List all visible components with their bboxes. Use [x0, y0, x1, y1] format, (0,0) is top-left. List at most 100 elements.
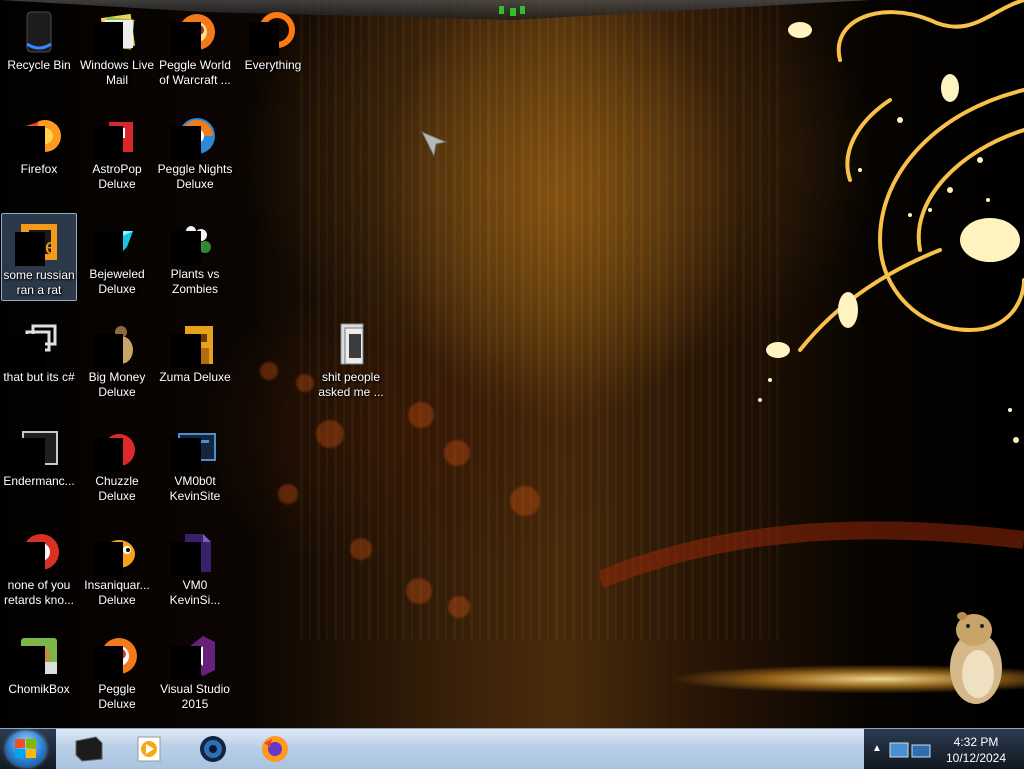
desktop-icon-label: shit people asked me ... [318, 370, 384, 399]
plants-vs-zombies-icon [171, 217, 219, 265]
peggle-icon [93, 632, 141, 680]
desktop-icon-chomikbox[interactable]: ChomikBox [1, 628, 77, 716]
taskbar-pinned-terminal[interactable] [62, 732, 114, 766]
wallpaper-bokeh [296, 374, 314, 392]
desktop-icon-label: Chuzzle Deluxe [95, 474, 139, 503]
redacted-mask [15, 334, 45, 368]
desktop-icon-endermanc[interactable]: Endermanc... [1, 420, 77, 508]
clock-time: 4:32 PM [953, 735, 999, 749]
desktop-icon-chuzzle-deluxe[interactable]: Chuzzle Deluxe [79, 420, 155, 508]
wallpaper-bokeh [350, 538, 372, 560]
desktop-icon-astropop-deluxe[interactable]: AstroPop Deluxe [79, 108, 155, 196]
desktop-icon-label: Windows Live Mail [79, 58, 155, 87]
desktop-icon-big-money-deluxe[interactable]: Big Money Deluxe [79, 316, 155, 404]
redacted-mask [171, 126, 201, 160]
desktop-icon-insaniquarium-deluxe[interactable]: Insaniquar... Deluxe [79, 524, 155, 612]
desktop-icon-label: Plants vs Zombies [170, 267, 220, 296]
vm-icon [171, 424, 219, 472]
desktop-icon-bejeweled-deluxe[interactable]: Bejeweled Deluxe [79, 213, 155, 301]
insaniquarium-icon [93, 528, 141, 576]
desktop-icon-label: Recycle Bin [7, 58, 71, 72]
desktop-icon-label: Visual Studio 2015 [160, 682, 230, 711]
firefox-icon [15, 112, 63, 160]
taskbar: ▲ 4:32 PM 10/12/2024 [0, 728, 1024, 769]
redacted-mask [15, 126, 45, 160]
windows-logo-icon [15, 739, 36, 758]
chuzzle-icon [93, 424, 141, 472]
wallpaper-gold-swirls [758, 0, 1024, 443]
wallpaper-bokeh [260, 362, 278, 380]
desktop-icon-that-but-its-csharp[interactable]: that but its c# [1, 316, 77, 404]
network-icon[interactable] [888, 739, 934, 761]
terminal-icon [15, 424, 63, 472]
desktop-icon-windows-live-mail[interactable]: Windows Live Mail [79, 4, 155, 92]
desktop-icon-label: that but its c# [3, 370, 75, 384]
wallpaper-green-lights [499, 6, 525, 16]
redacted-mask [15, 438, 45, 472]
desktop-icon-peggle-nights-deluxe[interactable]: Peggle Nights Deluxe [157, 108, 233, 196]
redacted-mask [171, 438, 201, 472]
desktop-icon-recycle-bin[interactable]: Recycle Bin [1, 4, 77, 92]
desktop-icon-visual-studio-2015[interactable]: Visual Studio 2015 [157, 628, 233, 716]
wallpaper-red-swoosh [600, 521, 1024, 589]
visual-studio-icon [171, 632, 219, 680]
desktop-icon-label: Zuma Deluxe [159, 370, 231, 384]
wallpaper-bokeh [316, 420, 344, 448]
desktop-icon-peggle-world-of-warcraft[interactable]: Peggle World of Warcraft ... [157, 4, 233, 92]
desktop-icon-label: Endermanc... [3, 474, 75, 488]
mouse-cursor-icon [420, 131, 448, 158]
desktop-icon-label: none of you retards kno... [3, 578, 75, 607]
show-hidden-arrow-icon[interactable]: ▲ [872, 743, 882, 754]
clock-date: 10/12/2024 [945, 751, 1007, 765]
redacted-mask [93, 646, 123, 680]
astropop-icon [93, 112, 141, 160]
chomikbox-icon [15, 632, 63, 680]
redacted-mask [171, 542, 201, 576]
desktop-icon-label: VM0b0t KevinSite [169, 474, 221, 503]
globe-app-icon [200, 736, 226, 762]
desktop-icon-vm0b0t-kevinsite[interactable]: VM0b0t KevinSite [157, 420, 233, 508]
desktop-icon-label: Big Money Deluxe [88, 370, 146, 399]
app-icon: e [15, 218, 63, 266]
wallpaper-bokeh [406, 578, 432, 604]
peggle-wow-icon [171, 8, 219, 56]
desktop-icon-label: some russian ran a rat [3, 268, 75, 297]
desktop-icon-plants-vs-zombies[interactable]: Plants vs Zombies [157, 213, 233, 301]
desktop-icon-folder[interactable]: shit people asked me ... [313, 316, 389, 404]
redacted-mask [93, 334, 123, 368]
redacted-mask [93, 126, 123, 160]
redacted-mask [15, 542, 45, 576]
taskbar-pinned-firefox[interactable] [248, 732, 300, 766]
desktop-icon-peggle-deluxe[interactable]: Peggle Deluxe [79, 628, 155, 716]
redacted-mask [171, 334, 201, 368]
redacted-mask [93, 22, 123, 56]
desktop-icon-label: Insaniquar... Deluxe [84, 578, 150, 607]
start-button[interactable] [6, 731, 46, 767]
desktop-icon-zuma-deluxe[interactable]: Zuma Deluxe [157, 316, 233, 404]
redacted-mask [171, 22, 201, 56]
desktop-icon-some-russian-ran-a-rat[interactable]: e some russian ran a rat [1, 213, 77, 301]
desktop-icon-label: Everything [244, 58, 302, 72]
taskbar-pinned-media-player[interactable] [122, 732, 174, 766]
folder-icon [327, 320, 375, 368]
desktop-icon-label: AstroPop Deluxe [92, 162, 142, 191]
wallpaper-bokeh [408, 402, 434, 428]
desktop-icon-label: Peggle Nights Deluxe [157, 162, 233, 191]
taskbar-pinned-globe-app[interactable] [186, 732, 238, 766]
desktop-icon-firefox[interactable]: Firefox [1, 108, 77, 196]
redacted-mask [171, 646, 201, 680]
desktop-icon-label: VM0 KevinSi... [169, 578, 221, 607]
firefox-icon [262, 736, 288, 762]
wallpaper-bokeh [510, 486, 540, 516]
hamster-image [950, 612, 1002, 704]
recycle-bin-icon [15, 8, 63, 56]
desktop-icon-vm0-kevinsite[interactable]: VM0 KevinSi... [157, 524, 233, 612]
desktop-icon-none-of-you[interactable]: none of you retards kno... [1, 524, 77, 612]
desktop-icon-everything[interactable]: Everything [235, 4, 311, 92]
taskbar-clock[interactable]: 4:32 PM 10/12/2024 [940, 734, 1012, 766]
mail-icon [93, 8, 141, 56]
everything-search-icon [249, 8, 297, 56]
big-money-icon [93, 320, 141, 368]
desktop-icon-label: Peggle World of Warcraft ... [159, 58, 231, 87]
redacted-mask [93, 438, 123, 472]
